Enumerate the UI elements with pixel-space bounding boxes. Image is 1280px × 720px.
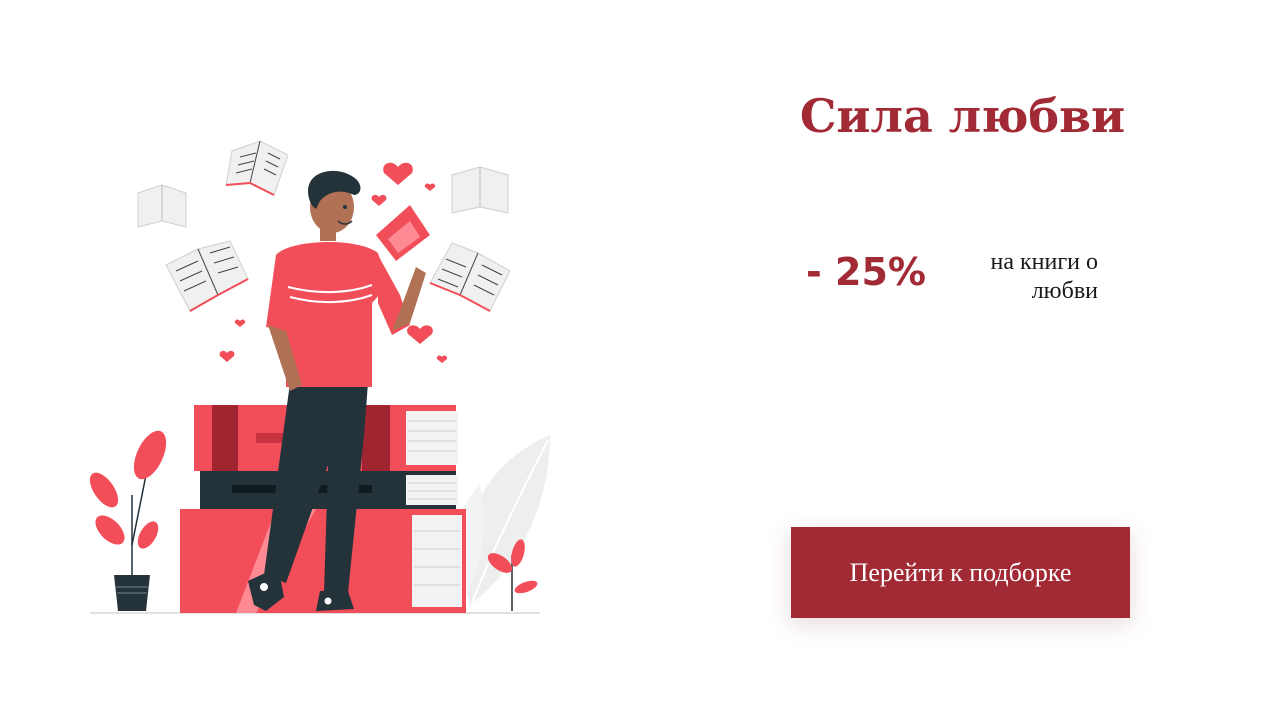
- discount-value: - 25%: [806, 250, 926, 294]
- promo-banner: Сила любви - 25% на книги о любви Перейт…: [0, 0, 1280, 720]
- discount-description: на книги о любви: [990, 249, 1098, 304]
- man-reading-book-illustration-icon: [89, 140, 550, 614]
- promo-title: Сила любви: [799, 89, 1126, 143]
- go-to-collection-button[interactable]: Перейти к подборке: [791, 527, 1130, 618]
